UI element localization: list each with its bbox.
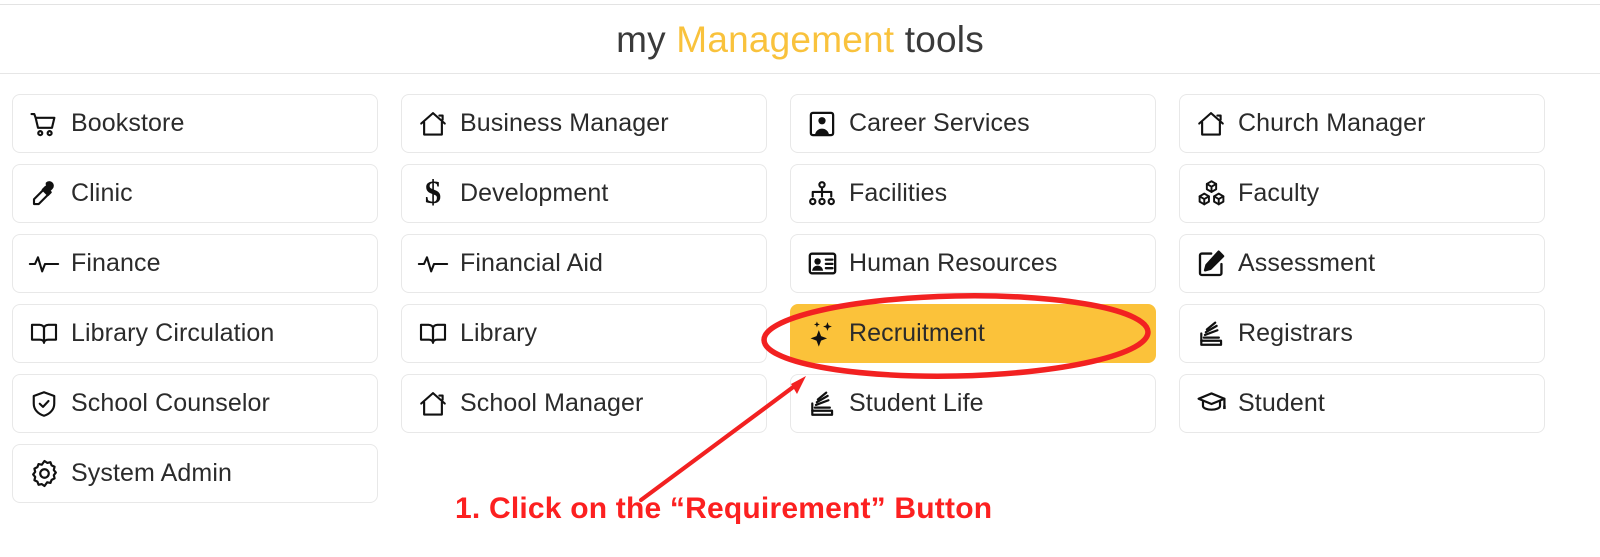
tool-label: Library Circulation bbox=[71, 319, 275, 347]
tool-card-finance[interactable]: Finance bbox=[12, 234, 378, 293]
tools-column-1: Bookstore Clinic Finance Library Circula… bbox=[12, 94, 378, 503]
tool-label: Student Life bbox=[849, 389, 984, 417]
header-divider bbox=[0, 73, 1600, 74]
tool-card-financial-aid[interactable]: Financial Aid bbox=[401, 234, 767, 293]
tool-card-library[interactable]: Library bbox=[401, 304, 767, 363]
house-icon bbox=[416, 387, 450, 421]
tool-label: Library bbox=[460, 319, 538, 347]
tool-card-facilities[interactable]: Facilities bbox=[790, 164, 1156, 223]
tool-label: Bookstore bbox=[71, 109, 185, 137]
tool-label: Student bbox=[1238, 389, 1325, 417]
tool-card-career-services[interactable]: Career Services bbox=[790, 94, 1156, 153]
management-tools-page: my Management tools Bookstore Clinic Fin… bbox=[0, 0, 1600, 557]
page-header: my Management tools bbox=[0, 5, 1600, 73]
tool-label: Faculty bbox=[1238, 179, 1320, 207]
shield-check-icon bbox=[27, 387, 61, 421]
tool-label: Development bbox=[460, 179, 609, 207]
stacked-books-icon bbox=[1194, 317, 1228, 351]
gear-icon bbox=[27, 457, 61, 491]
tool-card-student-life[interactable]: Student Life bbox=[790, 374, 1156, 433]
tool-label: Human Resources bbox=[849, 249, 1058, 277]
page-title-prefix: my bbox=[616, 18, 666, 60]
tool-card-human-resources[interactable]: Human Resources bbox=[790, 234, 1156, 293]
dollar-sign-icon: $ bbox=[424, 175, 442, 211]
shopping-cart-icon bbox=[27, 107, 61, 141]
tool-card-church-manager[interactable]: Church Manager bbox=[1179, 94, 1545, 153]
boxes-icon bbox=[1194, 177, 1228, 211]
tool-card-clinic[interactable]: Clinic bbox=[12, 164, 378, 223]
tool-card-system-admin[interactable]: System Admin bbox=[12, 444, 378, 503]
tool-card-school-manager[interactable]: School Manager bbox=[401, 374, 767, 433]
pencil-square-icon bbox=[1194, 247, 1228, 281]
tool-label: System Admin bbox=[71, 459, 232, 487]
graduation-cap-icon bbox=[1194, 387, 1228, 421]
tools-column-3: Career Services Facilities Human Resourc… bbox=[790, 94, 1156, 503]
open-book-icon bbox=[416, 317, 450, 351]
pulse-activity-icon bbox=[416, 247, 450, 281]
tool-card-development[interactable]: $ Development bbox=[401, 164, 767, 223]
page-title: my Management tools bbox=[616, 21, 984, 58]
tool-label: Facilities bbox=[849, 179, 948, 207]
sparkles-icon bbox=[805, 317, 839, 351]
stacked-books-icon bbox=[805, 387, 839, 421]
tool-card-recruitment[interactable]: Recruitment bbox=[790, 304, 1156, 363]
tool-label: Assessment bbox=[1238, 249, 1376, 277]
tools-column-2: Business Manager $ Development Financial… bbox=[401, 94, 767, 503]
tool-label: Financial Aid bbox=[460, 249, 604, 277]
tool-label: Finance bbox=[71, 249, 161, 277]
tool-label: Registrars bbox=[1238, 319, 1353, 347]
tool-card-library-circulation[interactable]: Library Circulation bbox=[12, 304, 378, 363]
tools-column-4: Church Manager Faculty Assessment Regist… bbox=[1179, 94, 1545, 503]
tool-label: Recruitment bbox=[849, 319, 985, 347]
tool-card-school-counselor[interactable]: School Counselor bbox=[12, 374, 378, 433]
tools-grid: Bookstore Clinic Finance Library Circula… bbox=[12, 94, 1588, 503]
tool-label: Clinic bbox=[71, 179, 133, 207]
page-title-accent: Management bbox=[676, 18, 895, 60]
house-icon bbox=[416, 107, 450, 141]
open-book-icon bbox=[27, 317, 61, 351]
tool-label: Business Manager bbox=[460, 109, 669, 137]
tool-card-registrars[interactable]: Registrars bbox=[1179, 304, 1545, 363]
tool-card-student[interactable]: Student bbox=[1179, 374, 1545, 433]
tool-label: Church Manager bbox=[1238, 109, 1426, 137]
tool-card-bookstore[interactable]: Bookstore bbox=[12, 94, 378, 153]
house-icon bbox=[1194, 107, 1228, 141]
tool-card-business-manager[interactable]: Business Manager bbox=[401, 94, 767, 153]
eyedropper-icon bbox=[27, 177, 61, 211]
org-chart-icon bbox=[805, 177, 839, 211]
person-portrait-icon bbox=[805, 107, 839, 141]
tool-label: Career Services bbox=[849, 109, 1030, 137]
tool-card-assessment[interactable]: Assessment bbox=[1179, 234, 1545, 293]
tool-card-faculty[interactable]: Faculty bbox=[1179, 164, 1545, 223]
tool-label: School Manager bbox=[460, 389, 644, 417]
id-badge-icon bbox=[805, 247, 839, 281]
tool-label: School Counselor bbox=[71, 389, 270, 417]
page-title-suffix: tools bbox=[904, 18, 984, 60]
pulse-activity-icon bbox=[27, 247, 61, 281]
